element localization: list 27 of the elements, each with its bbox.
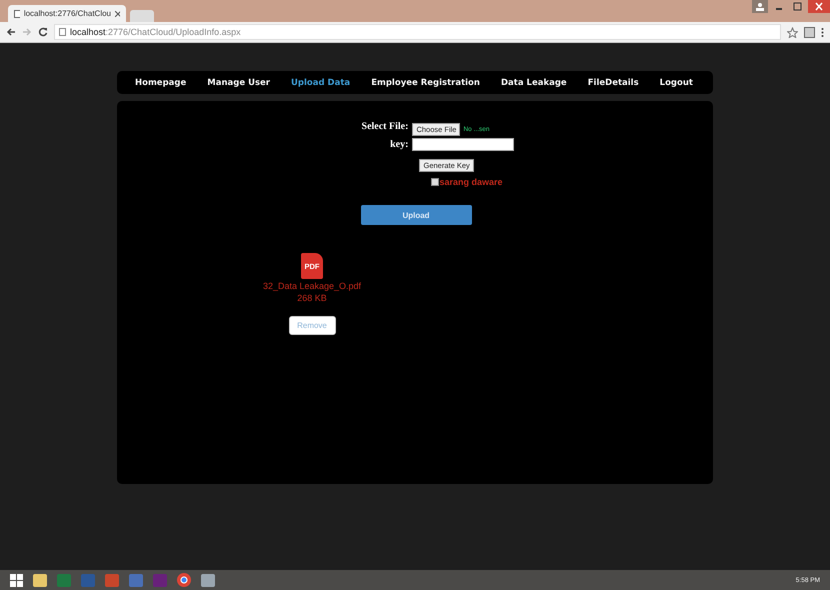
tab-title: localhost:2776/ChatClou — [24, 9, 111, 18]
file-name: 32_Data Leakage_O.pdf — [262, 281, 362, 291]
nav-link[interactable]: FileDetails — [588, 78, 639, 88]
field-label: key: — [389, 139, 408, 150]
close-icon[interactable] — [808, 0, 830, 13]
nav-link[interactable]: Employee Registration — [371, 78, 480, 88]
menu-icon[interactable] — [821, 26, 824, 38]
user-icon[interactable] — [752, 0, 768, 13]
windows-icon[interactable] — [10, 574, 23, 586]
checkbox[interactable] — [431, 178, 440, 186]
close-icon[interactable] — [115, 10, 120, 16]
extension-icon[interactable] — [804, 26, 815, 38]
nav-link[interactable]: Homepage — [135, 78, 186, 88]
browser-tab[interactable]: localhost:2776/ChatClou — [8, 5, 126, 22]
nav-link[interactable]: Logout — [660, 78, 693, 88]
field-label: Select File: — [362, 121, 408, 132]
key-field[interactable] — [412, 138, 514, 151]
reload-icon[interactable] — [38, 27, 48, 37]
star-icon[interactable] — [787, 26, 798, 38]
nav-link[interactable]: Manage User — [207, 78, 270, 88]
checkbox-label: sarang daware — [439, 177, 503, 187]
nav-link[interactable]: Upload Data — [291, 78, 350, 88]
browser-icon[interactable] — [177, 573, 191, 587]
address-bar[interactable]: localhost:2776/ChatCloud/UploadInfo.aspx — [54, 24, 781, 40]
file-size: 268 KB — [297, 293, 327, 303]
nav-link[interactable]: Data Leakage — [500, 78, 567, 88]
back-icon[interactable] — [6, 27, 16, 37]
